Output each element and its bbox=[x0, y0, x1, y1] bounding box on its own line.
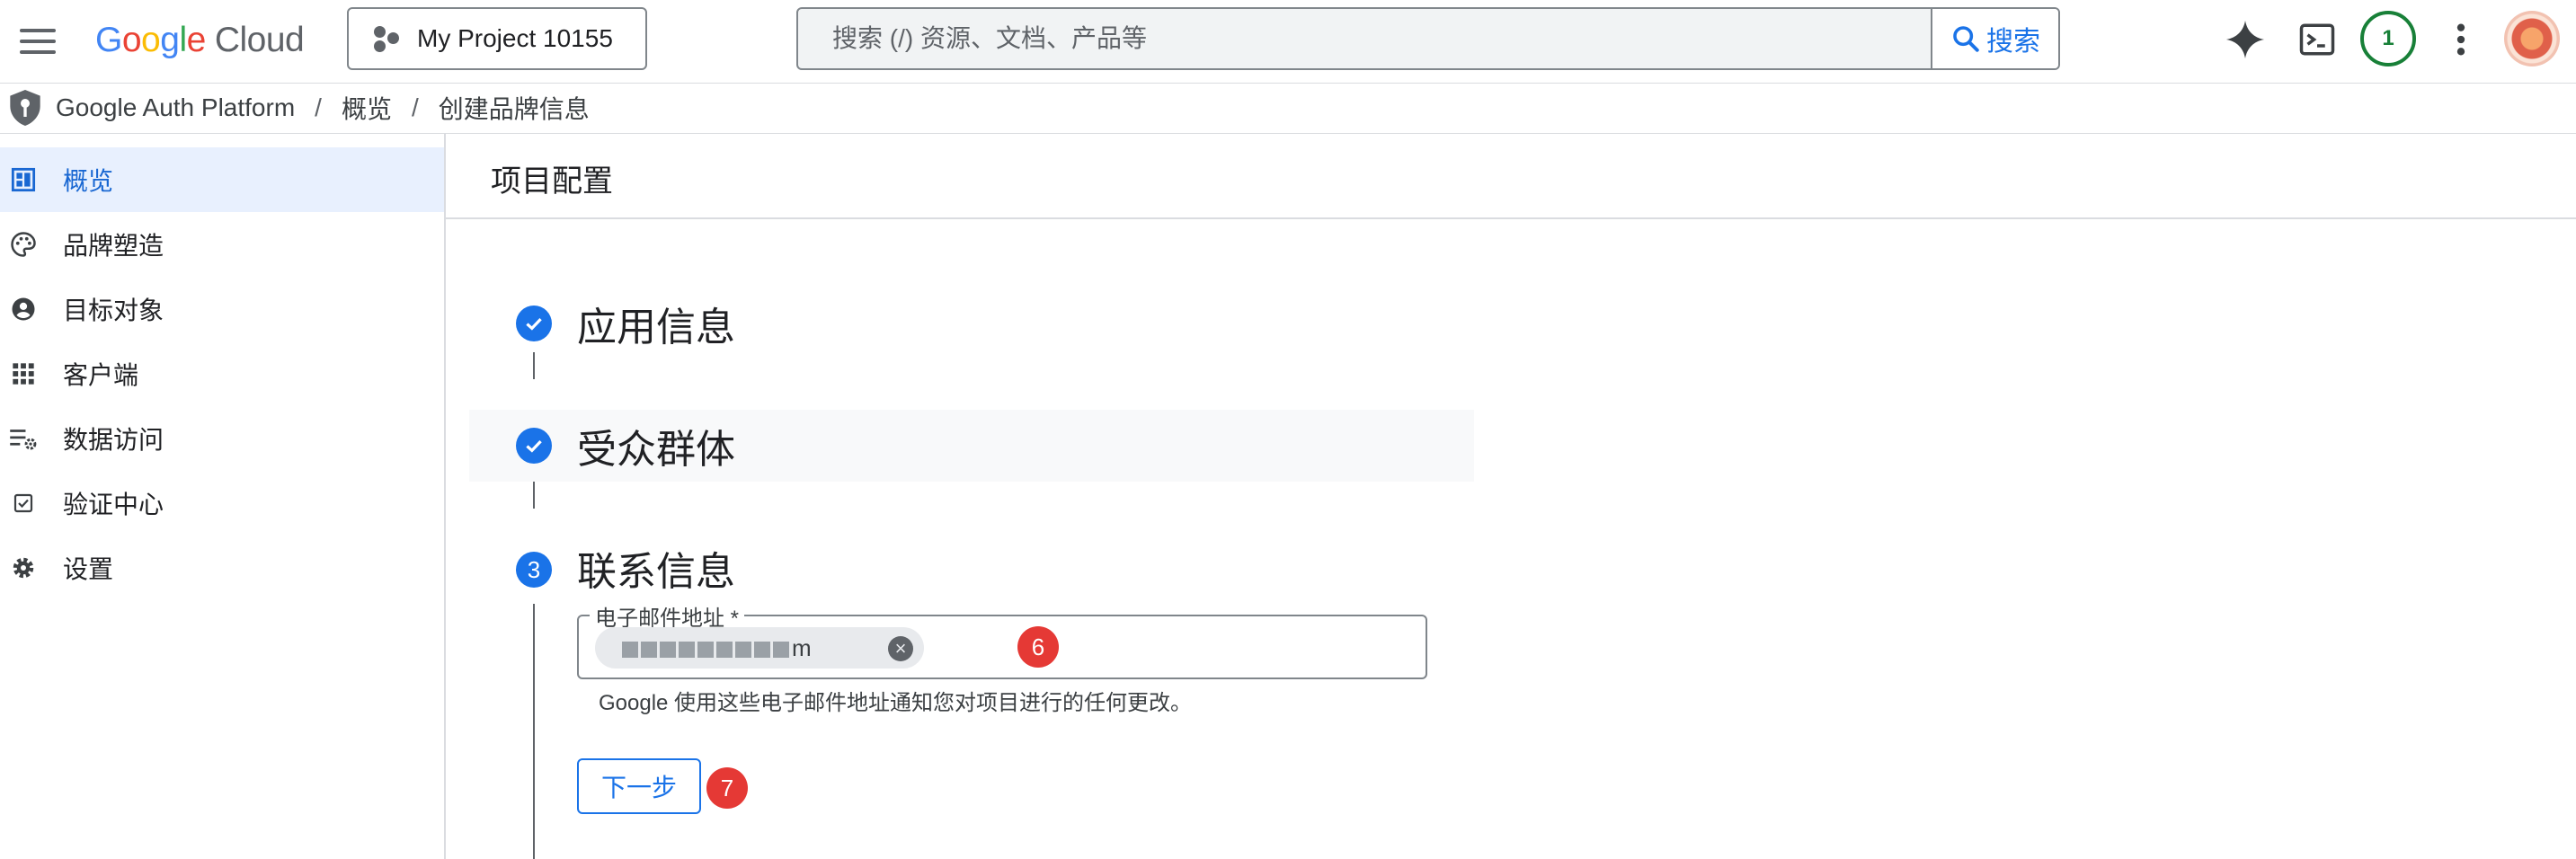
checkbox-icon bbox=[9, 489, 38, 518]
sidebar-item-label: 概览 bbox=[63, 167, 114, 195]
email-helper-text: Google 使用这些电子邮件地址通知您对项目进行的任何更改。 bbox=[599, 691, 1193, 715]
notifications-badge[interactable]: 1 bbox=[2360, 11, 2416, 66]
main-content: 项目配置 应用信息 受众群体 3 联系信息 电子邮件地址 * m × 6 Goo… bbox=[446, 133, 2576, 859]
cloud-shell-terminal-icon[interactable] bbox=[2290, 13, 2344, 66]
google-cloud-logo[interactable]: Google Cloud bbox=[95, 16, 305, 65]
sidebar-item-label: 客户端 bbox=[63, 361, 139, 389]
breadcrumb-auth-platform[interactable]: Google Auth Platform bbox=[56, 93, 295, 122]
top-bar: GoogleCloud My Project 10155 搜索 1 bbox=[0, 0, 2576, 84]
step-complete-check-icon bbox=[516, 306, 552, 341]
next-button[interactable]: 下一步 bbox=[577, 758, 701, 814]
breadcrumb-overview[interactable]: 概览 bbox=[342, 90, 392, 126]
more-vert-icon[interactable] bbox=[2434, 13, 2488, 66]
email-chip-text: m bbox=[622, 634, 813, 662]
sidebar-item-audience[interactable]: 目标对象 bbox=[0, 277, 444, 341]
step-number-badge: 3 bbox=[516, 552, 552, 588]
search-button-label: 搜索 bbox=[1986, 27, 2040, 57]
step-app-info[interactable]: 应用信息 bbox=[577, 295, 735, 352]
step-complete-check-icon bbox=[516, 428, 552, 464]
sidebar: 概览 品牌塑造 目标对象 客户端 数据访问 验证中心 设置 bbox=[0, 133, 446, 859]
main-menu-icon[interactable] bbox=[18, 23, 58, 59]
step-audience[interactable]: 受众群体 bbox=[577, 417, 735, 474]
sidebar-item-label: 验证中心 bbox=[63, 491, 164, 518]
section-title: 项目配置 bbox=[491, 164, 613, 199]
search-bar: 搜索 bbox=[796, 7, 2060, 70]
section-header: 项目配置 bbox=[446, 133, 2576, 219]
annotation-marker-6: 6 bbox=[1017, 626, 1059, 668]
account-circle-icon bbox=[9, 295, 38, 323]
breadcrumb-create-brand: 创建品牌信息 bbox=[438, 95, 590, 123]
annotation-marker-7: 7 bbox=[706, 767, 748, 809]
shield-key-icon bbox=[10, 90, 40, 126]
sidebar-item-label: 数据访问 bbox=[63, 426, 164, 454]
project-icon bbox=[372, 24, 401, 53]
sidebar-item-label: 目标对象 bbox=[63, 297, 164, 324]
gemini-sparkle-icon[interactable] bbox=[2218, 13, 2272, 66]
apps-grid-icon bbox=[9, 359, 38, 388]
sidebar-item-branding[interactable]: 品牌塑造 bbox=[0, 212, 444, 277]
search-icon bbox=[1953, 26, 1979, 52]
breadcrumb-separator: / bbox=[315, 93, 322, 121]
breadcrumb: Google Auth Platform / 概览 / 创建品牌信息 bbox=[0, 83, 2576, 134]
email-chip: m × bbox=[595, 627, 924, 669]
account-avatar[interactable] bbox=[2504, 11, 2560, 66]
palette-icon bbox=[9, 230, 38, 259]
step-connector bbox=[533, 482, 535, 509]
step-connector bbox=[533, 604, 535, 859]
project-picker-button[interactable]: My Project 10155 bbox=[347, 7, 647, 70]
step-connector bbox=[533, 352, 535, 379]
sidebar-item-label: 品牌塑造 bbox=[63, 232, 164, 260]
gear-icon bbox=[9, 553, 38, 582]
step-contact-info[interactable]: 联系信息 bbox=[577, 539, 735, 597]
sidebar-item-settings[interactable]: 设置 bbox=[0, 536, 444, 600]
sidebar-item-overview[interactable]: 概览 bbox=[0, 147, 444, 212]
search-input[interactable] bbox=[798, 9, 1931, 68]
sidebar-item-verification[interactable]: 验证中心 bbox=[0, 471, 444, 536]
dashboard-icon bbox=[9, 165, 38, 194]
sidebar-item-data-access[interactable]: 数据访问 bbox=[0, 406, 444, 471]
project-name: My Project 10155 bbox=[417, 24, 613, 52]
breadcrumb-separator: / bbox=[411, 93, 419, 121]
sidebar-item-label: 设置 bbox=[63, 555, 114, 583]
list-settings-icon bbox=[9, 424, 38, 453]
search-button[interactable]: 搜索 bbox=[1931, 9, 2058, 68]
sidebar-item-clients[interactable]: 客户端 bbox=[0, 341, 444, 406]
remove-chip-icon[interactable]: × bbox=[888, 636, 913, 661]
